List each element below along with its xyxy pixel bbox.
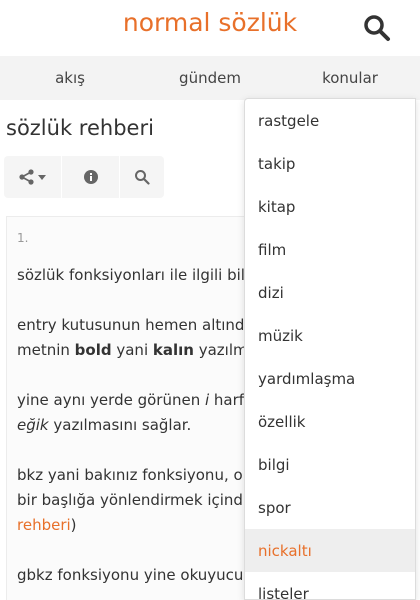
dropdown-item-muzik[interactable]: müzik [245, 314, 415, 357]
nav-item-konular[interactable]: konular [280, 69, 420, 87]
entry-search-button[interactable] [120, 156, 164, 198]
search-icon [135, 170, 150, 185]
brand-logo[interactable]: normal sözlük [0, 8, 420, 37]
dropdown-item-takip[interactable]: takip [245, 142, 415, 185]
dropdown-item-ozellik[interactable]: özellik [245, 400, 415, 443]
nav-item-gundem[interactable]: gündem [140, 69, 280, 87]
dropdown-item-kitap[interactable]: kitap [245, 185, 415, 228]
top-header: normal sözlük [0, 0, 420, 56]
topics-dropdown: rastgele takip kitap film dizi müzik yar… [244, 98, 416, 600]
page-title: sözlük rehberi [6, 116, 154, 140]
search-icon [364, 15, 390, 41]
share-button[interactable] [4, 156, 62, 198]
dropdown-item-dizi[interactable]: dizi [245, 271, 415, 314]
share-icon [18, 169, 46, 185]
info-button[interactable] [62, 156, 120, 198]
rehber-link[interactable]: rehberi [17, 516, 71, 534]
search-button[interactable] [362, 13, 392, 43]
info-icon [83, 170, 98, 184]
dropdown-item-film[interactable]: film [245, 228, 415, 271]
dropdown-item-rastgele[interactable]: rastgele [245, 99, 415, 142]
dropdown-item-bilgi[interactable]: bilgi [245, 443, 415, 486]
dropdown-item-nickalti[interactable]: nickaltı [245, 529, 415, 572]
dropdown-item-yardimlasma[interactable]: yardımlaşma [245, 357, 415, 400]
main-nav: akış gündem konular [0, 56, 420, 100]
dropdown-item-spor[interactable]: spor [245, 486, 415, 529]
dropdown-item-listeler[interactable]: listeler [245, 572, 415, 600]
nav-item-akis[interactable]: akış [0, 69, 140, 87]
entry-toolbar [4, 156, 164, 198]
